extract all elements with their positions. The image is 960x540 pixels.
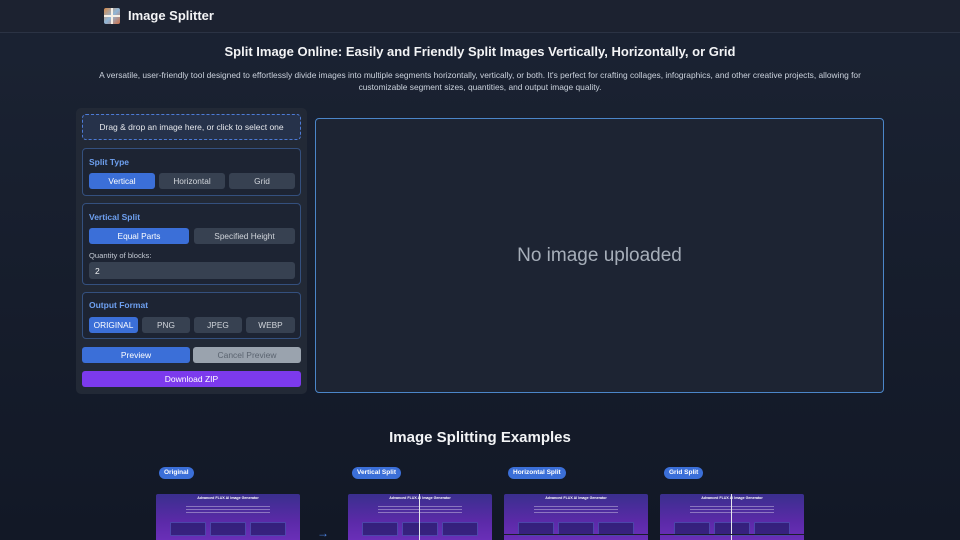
thumb-text-line (378, 512, 462, 513)
thumb-title: Advanced FLUX AI Image Generator (197, 496, 259, 500)
thumb-title: Advanced FLUX AI Image Generator (545, 496, 607, 500)
example-horizontal-split-image: Advanced FLUX AI Image Generator (504, 494, 648, 540)
vertical-split-line (419, 494, 420, 540)
thumb-text-line (534, 512, 618, 513)
thumb-text-line (378, 509, 462, 510)
thumb-text-line (186, 509, 270, 510)
preview-button[interactable]: Preview (82, 347, 190, 363)
image-splitter-logo-icon[interactable] (104, 8, 120, 24)
page-description: A versatile, user-friendly tool designed… (99, 70, 861, 92)
page-title: Split Image Online: Easily and Friendly … (224, 44, 736, 59)
thumb-text-line (534, 509, 618, 510)
vertical-split-title: Vertical Split (89, 212, 141, 222)
thumb-text-line (186, 506, 270, 507)
arrow-right-icon: → (317, 526, 329, 540)
grid-horizontal-split-line (660, 534, 804, 535)
example-vertical-split-image: Advanced FLUX AI Image Generator (348, 494, 492, 540)
horizontal-split-line (504, 534, 648, 535)
format-original-button[interactable]: ORIGINAL (89, 317, 138, 333)
no-image-message: No image uploaded (517, 245, 682, 266)
format-jpeg-button[interactable]: JPEG (194, 317, 242, 333)
split-type-title: Split Type (89, 157, 129, 167)
split-type-grid-button[interactable]: Grid (229, 173, 295, 189)
thumb-card (442, 522, 478, 536)
format-png-button[interactable]: PNG (142, 317, 190, 333)
thumb-text-line (690, 509, 774, 510)
cancel-preview-button[interactable]: Cancel Preview (193, 347, 301, 363)
badge-grid-split: Grid Split (664, 467, 704, 479)
thumb-title: Advanced FLUX AI Image Generator (389, 496, 451, 500)
thumb-card (362, 522, 398, 536)
badge-original: Original (159, 467, 194, 479)
image-dropzone[interactable]: Drag & drop an image here, or click to s… (82, 114, 301, 140)
thumb-card (210, 522, 246, 536)
thumb-text-line (534, 506, 618, 507)
split-type-horizontal-button[interactable]: Horizontal (159, 173, 225, 189)
equal-parts-button[interactable]: Equal Parts (89, 228, 189, 244)
specified-height-button[interactable]: Specified Height (194, 228, 295, 244)
badge-horizontal-split: Horizontal Split (508, 467, 566, 479)
thumb-text-line (690, 512, 774, 513)
quantity-input[interactable] (89, 262, 295, 279)
example-grid-split-image: Advanced FLUX AI Image Generator (660, 494, 804, 540)
thumb-text-line (186, 512, 270, 513)
app-title[interactable]: Image Splitter (128, 8, 214, 23)
example-original-image: Advanced FLUX AI Image Generator (156, 494, 300, 540)
thumb-text-line (378, 506, 462, 507)
image-preview-area: No image uploaded (315, 118, 884, 393)
format-webp-button[interactable]: WEBP (246, 317, 295, 333)
output-format-group: Output Format ORIGINAL PNG JPEG WEBP (82, 292, 301, 339)
thumb-text-line (690, 506, 774, 507)
badge-vertical-split: Vertical Split (352, 467, 402, 479)
top-navbar: Image Splitter (0, 0, 960, 33)
thumb-card (170, 522, 206, 536)
split-type-vertical-button[interactable]: Vertical (89, 173, 155, 189)
thumb-title: Advanced FLUX AI Image Generator (701, 496, 763, 500)
examples-title: Image Splitting Examples (389, 429, 571, 446)
download-zip-button[interactable]: Download ZIP (82, 371, 301, 387)
split-type-group: Split Type Vertical Horizontal Grid (82, 148, 301, 196)
thumb-card (402, 522, 438, 536)
output-format-title: Output Format (89, 300, 149, 310)
vertical-split-group: Vertical Split Equal Parts Specified Hei… (82, 203, 301, 285)
quantity-label: Quantity of blocks: (89, 251, 152, 260)
thumb-card (250, 522, 286, 536)
